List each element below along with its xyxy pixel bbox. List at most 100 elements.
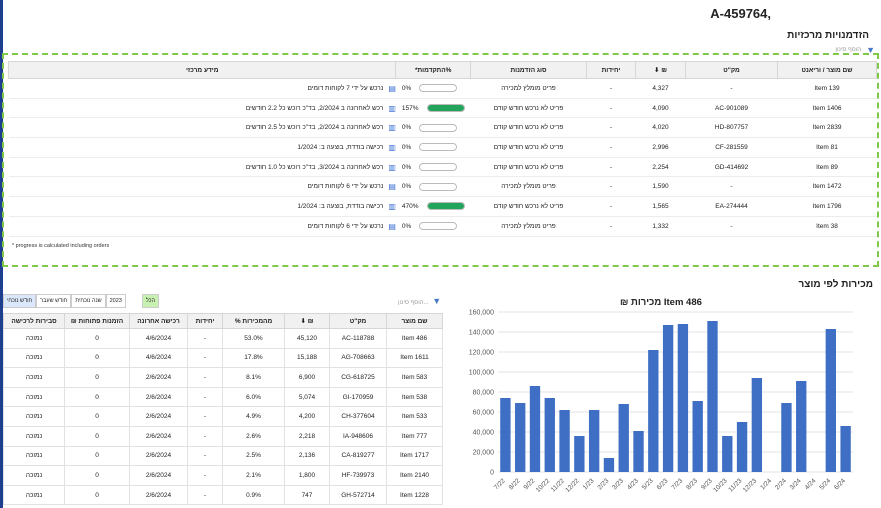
product-name[interactable]: Item 2140: [386, 465, 443, 486]
table-row[interactable]: Item 1611 AG-708663 15,188 17.8% -4/6/2024 0 נ…: [3, 347, 443, 369]
table-row[interactable]: Item 777 IA-948606 2,218 2.6% -2/6/2024 0 נמוכ…: [3, 425, 443, 447]
table-row[interactable]: Item 1472-1,590- פריט מומלץ למכירה 0% נרכש …: [8, 176, 877, 198]
table-row[interactable]: Item 583 CG-618725 6,900 8.1% -2/6/2024 0 נמוכ…: [3, 367, 443, 388]
account-id: A-459764,: [710, 6, 771, 21]
table-row[interactable]: Item 38-1,332- פריט מומלץ למכירה 0% נרכש על…: [8, 215, 877, 237]
likelihood: נמוכה: [3, 445, 65, 467]
units: -: [586, 97, 636, 119]
progress-bar: [426, 104, 465, 113]
bar: [515, 403, 526, 472]
col-header-value[interactable]: ₪ ⬇: [284, 313, 330, 329]
product-name[interactable]: Item 1472: [777, 176, 877, 198]
info-cell: רכש לאחרונה ב 2/2024, בד"כ רוכש כל 2.5 ח…: [8, 117, 396, 139]
col-header-sku[interactable]: מק"ט: [329, 313, 387, 329]
info-cell: רכש לאחרונה ב 3/2024, בד"כ רוכש כל 1.0 ח…: [8, 156, 396, 178]
product-name[interactable]: Item 1796: [777, 196, 877, 217]
product-name[interactable]: Item 1228: [386, 484, 443, 506]
info-text: נרכש על ידי 7 לקוחות דומים: [307, 84, 384, 92]
x-tick-label: 4/24: [804, 477, 818, 491]
col-header-open-orders[interactable]: הזמנות פתוחות ₪: [64, 313, 130, 329]
col-header-info[interactable]: מידע מרכזי: [7, 61, 397, 79]
col-header-type[interactable]: סוג הזדמנות: [470, 61, 587, 79]
progress-text: 0%: [401, 183, 412, 191]
col-header-product[interactable]: שם מוצר / וריאנט: [777, 61, 877, 79]
bar: [588, 410, 600, 472]
table-row[interactable]: Item 81 CF-281559 2,996- פריט לא נרכש חודש …: [8, 137, 877, 158]
table-row[interactable]: Item 1406 AC-901089 4,090- פריט לא נרכש חוד…: [8, 97, 877, 119]
x-tick-label: 7/22: [493, 477, 507, 491]
col-header-progress[interactable]: %התקדמות*: [395, 61, 471, 79]
value: 1,590: [635, 176, 686, 198]
progress-cell: 0%: [395, 156, 471, 178]
product-name[interactable]: Item 486: [386, 328, 443, 349]
x-tick-label: 11/22: [550, 477, 566, 493]
opportunity-type: פריט מומלץ למכירה: [470, 176, 587, 198]
open-orders: 0: [64, 347, 130, 369]
table-icon[interactable]: ▤: [388, 182, 396, 191]
table-row[interactable]: Item 1796 EA-274444 1,565- פריט לא נרכש חוד…: [8, 196, 877, 217]
bar-chart-icon[interactable]: ▥: [388, 104, 396, 113]
product-name[interactable]: Item 1717: [386, 445, 443, 467]
product-name[interactable]: Item 777: [386, 425, 443, 447]
bar-chart-icon[interactable]: ▥: [388, 143, 396, 152]
bar-chart-icon[interactable]: ▥: [388, 202, 396, 211]
info-text: רכישה בודדת, בוצעה ב: 1/2024: [297, 202, 384, 210]
col-header-product[interactable]: שם מוצר: [386, 313, 443, 329]
table-row[interactable]: Item 139-4,327- פריט מומלץ למכירה 0% נרכש ע…: [8, 78, 877, 99]
tab-2023[interactable]: 2023: [105, 294, 126, 308]
units: -: [187, 445, 223, 467]
sku: CA-819277: [329, 445, 387, 467]
bar: [722, 436, 733, 472]
product-name[interactable]: Item 89: [777, 156, 877, 178]
product-name[interactable]: Item 2839: [777, 117, 877, 139]
table-row[interactable]: Item 486 AC-118788 45,120 53.0% -4/6/2024 0 נמ…: [3, 328, 443, 349]
product-name[interactable]: Item 81: [777, 137, 877, 158]
product-name[interactable]: Item 139: [777, 78, 877, 99]
table-row[interactable]: Item 1717 CA-819277 2,136 2.5% -2/6/2024 0 נמו…: [3, 445, 443, 467]
tab-last-month[interactable]: חודש שעבר: [36, 294, 72, 308]
table-row[interactable]: Item 533 CH-377604 4,200 4.9% -2/6/2024 0 נמוכ…: [3, 406, 443, 427]
col-header-sku[interactable]: מק"ט: [685, 61, 778, 79]
col-header-units[interactable]: יחידות: [187, 313, 223, 329]
table-row[interactable]: Item 89 GD-414692 2,254- פריט לא נרכש חודש …: [8, 156, 877, 178]
tab-current-month[interactable]: חודש נוכחי: [3, 294, 37, 308]
product-name[interactable]: Item 538: [386, 386, 443, 408]
product-name[interactable]: Item 533: [386, 406, 443, 427]
tab-current-year[interactable]: שנה נוכחית: [71, 294, 106, 308]
share: 0.9%: [222, 484, 285, 506]
bar-chart-icon[interactable]: ▥: [388, 163, 396, 172]
product-name[interactable]: Item 38: [777, 215, 877, 237]
units: -: [187, 425, 223, 447]
x-tick-label: 11/23: [727, 477, 743, 493]
progress-text: 0%: [401, 124, 412, 132]
product-name[interactable]: Item 583: [386, 367, 443, 388]
table-row[interactable]: Item 2140 HF-739973 1,800 2.1% -2/6/2024 0 נמו…: [3, 465, 443, 486]
col-header-last-purchase[interactable]: רכישה אחרונה: [129, 313, 188, 329]
table-row[interactable]: Item 2839 HD-807757 4,020- פריט לא נרכש חוד…: [8, 117, 877, 139]
bar-chart-icon[interactable]: ▥: [388, 123, 396, 132]
value: 2,254: [635, 156, 686, 178]
table-row[interactable]: Item 1228 GH-572714 747 0.9% -2/6/2024 0 נמוכה: [3, 484, 443, 506]
sales-filter[interactable]: הוסף סינון... ▼: [398, 296, 441, 306]
product-name[interactable]: Item 1611: [386, 347, 443, 369]
last-purchase: 2/6/2024: [129, 367, 188, 388]
col-header-share[interactable]: מהמכירות %: [222, 313, 285, 329]
bar: [559, 410, 570, 472]
period-tabs: חודש נוכחי חודש שעבר שנה נוכחית 2023 הכל: [3, 294, 160, 308]
table-icon[interactable]: ▤: [388, 84, 396, 93]
product-name[interactable]: Item 1406: [777, 97, 877, 119]
col-header-likelihood[interactable]: סבירות לרכישה: [3, 313, 65, 329]
bar: [500, 398, 511, 472]
sku: AC-118788: [329, 328, 387, 349]
bar: [574, 436, 585, 472]
table-icon[interactable]: ▤: [388, 222, 396, 231]
opportunity-type: פריט לא נרכש חודש קודם: [470, 97, 587, 119]
col-header-units[interactable]: יחידות: [586, 61, 636, 79]
x-tick-label: 12/23: [742, 477, 759, 494]
table-row[interactable]: Item 538 GI-170959 5,074 6.0% -2/6/2024 0 נמוכ…: [3, 386, 443, 408]
tab-all[interactable]: הכל: [141, 294, 160, 308]
value: 1,800: [284, 465, 330, 486]
value: 1,565: [635, 196, 686, 217]
progress-footnote: * progress is calculated including order…: [12, 243, 110, 249]
col-header-value[interactable]: ₪ ⬇: [635, 61, 686, 79]
